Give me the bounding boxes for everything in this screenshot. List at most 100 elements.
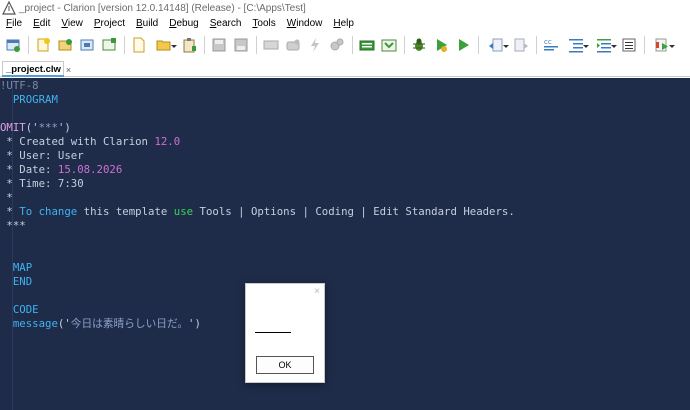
menu-mnemonic: W bbox=[286, 17, 297, 29]
toolbar-separator bbox=[478, 36, 479, 54]
menu-mnemonic: B bbox=[136, 17, 143, 29]
dictionary-icon[interactable] bbox=[358, 36, 376, 54]
menu-item-tools[interactable]: Tools bbox=[252, 18, 275, 29]
toolbar-separator bbox=[536, 36, 537, 54]
code-line: *** bbox=[0, 219, 515, 233]
menu-label-rest: roject bbox=[100, 17, 125, 29]
tab-label: _project.clw bbox=[6, 64, 61, 75]
menu-item-edit[interactable]: Edit bbox=[33, 18, 50, 29]
code-token: * Date: bbox=[0, 163, 58, 176]
new-item-icon[interactable] bbox=[56, 36, 74, 54]
menu-item-search[interactable]: Search bbox=[210, 18, 242, 29]
menu-item-debug[interactable]: Debug bbox=[169, 18, 198, 29]
new-solution-icon[interactable] bbox=[4, 36, 22, 54]
code-token: 15.08.2026 bbox=[57, 163, 123, 176]
code-line: OMIT('***') bbox=[0, 121, 515, 135]
menu-label-rest: ile bbox=[12, 17, 23, 29]
code-line: * User: User bbox=[0, 149, 515, 163]
menu-bar: File Edit View Project Build Debug Search Tools… bbox=[0, 16, 690, 30]
code-token: To change bbox=[19, 205, 78, 218]
run-debug-icon[interactable] bbox=[432, 36, 450, 54]
tab-close-icon[interactable]: × bbox=[66, 65, 71, 75]
menu-mnemonic: P bbox=[93, 17, 101, 29]
open-project-icon[interactable] bbox=[78, 36, 96, 54]
code-line: PROGRAM bbox=[0, 93, 515, 107]
active-tab-indicator bbox=[2, 75, 64, 77]
menu-item-window[interactable]: Window bbox=[287, 18, 323, 29]
code-line: * bbox=[0, 191, 515, 205]
toolbar-separator bbox=[28, 36, 29, 54]
menu-label-rest: uild bbox=[142, 17, 159, 29]
toolbar-separator bbox=[644, 36, 645, 54]
lightning-icon[interactable] bbox=[306, 36, 324, 54]
code-token: PROGRAM bbox=[0, 93, 58, 106]
code-token: MAP bbox=[0, 261, 33, 274]
new-file-icon[interactable] bbox=[130, 36, 148, 54]
toolbar-separator bbox=[204, 36, 205, 54]
dialog-message bbox=[255, 321, 291, 333]
menu-item-view[interactable]: View bbox=[61, 18, 83, 29]
code-token: 今日は素晴らしい日だ。 bbox=[70, 317, 189, 330]
code-line: * Created with Clarion 12.0 bbox=[0, 135, 515, 149]
clarion-logo-icon bbox=[2, 1, 16, 15]
window-title: _project - Clarion [version 12.0.14148] … bbox=[19, 2, 306, 14]
code-line: !UTF-8 bbox=[0, 79, 515, 93]
code-line: MAP bbox=[0, 261, 515, 275]
navigate-forward-icon[interactable] bbox=[512, 36, 530, 54]
paste-icon[interactable] bbox=[180, 36, 198, 54]
code-token: * bbox=[0, 191, 13, 204]
code-token: * bbox=[0, 205, 20, 218]
code-token: ') bbox=[188, 317, 201, 330]
ok-button[interactable]: OK bbox=[256, 356, 314, 374]
code-token: !UTF-8 bbox=[0, 79, 39, 92]
menu-label-rest: dit bbox=[39, 17, 51, 29]
svg-text:cc: cc bbox=[544, 38, 552, 46]
menu-item-help[interactable]: Help bbox=[333, 18, 354, 29]
indent-icon[interactable] bbox=[564, 36, 589, 54]
toolbar-separator bbox=[256, 36, 257, 54]
gears-icon[interactable] bbox=[328, 36, 346, 54]
code-token: ') bbox=[57, 121, 71, 134]
menu-mnemonic: E bbox=[33, 17, 40, 29]
menu-item-project[interactable]: Project bbox=[94, 18, 125, 29]
compile-icon[interactable] bbox=[262, 36, 280, 54]
outdent-icon[interactable] bbox=[592, 36, 617, 54]
toolbar-separator bbox=[404, 36, 405, 54]
code-line: * Date: 15.08.2026 bbox=[0, 163, 515, 177]
code-token: (' bbox=[57, 317, 71, 330]
build-icon[interactable] bbox=[284, 36, 302, 54]
toolbar-separator bbox=[124, 36, 125, 54]
menu-item-file[interactable]: File bbox=[6, 18, 22, 29]
navigate-back-icon[interactable] bbox=[484, 36, 509, 54]
title-bar: _project - Clarion [version 12.0.14148] … bbox=[0, 0, 690, 16]
menu-label-rest: iew bbox=[67, 17, 83, 29]
app-gen-icon[interactable] bbox=[380, 36, 398, 54]
code-token: * Time: 7:30 bbox=[0, 177, 84, 190]
comment-icon[interactable]: cc bbox=[542, 36, 560, 54]
open-file-icon[interactable] bbox=[152, 36, 177, 54]
code-token: *** bbox=[38, 121, 58, 134]
code-editor[interactable]: !UTF-8 PROGRAM OMIT('***') * Created with… bbox=[0, 78, 690, 410]
list-icon[interactable] bbox=[620, 36, 638, 54]
message-dialog: × OK bbox=[245, 283, 325, 383]
menu-mnemonic: H bbox=[333, 17, 341, 29]
dialog-close-icon[interactable]: × bbox=[314, 286, 320, 297]
menu-item-build[interactable]: Build bbox=[136, 18, 158, 29]
code-token: OMIT bbox=[0, 121, 26, 134]
new-project-icon[interactable] bbox=[34, 36, 52, 54]
save-icon[interactable] bbox=[210, 36, 228, 54]
menu-label-rest: indow bbox=[296, 17, 323, 29]
code-token: * User: User bbox=[0, 149, 84, 162]
toolbar-separator bbox=[352, 36, 353, 54]
save-all-icon[interactable] bbox=[232, 36, 250, 54]
add-item-icon[interactable] bbox=[100, 36, 118, 54]
code-token: END bbox=[0, 275, 33, 288]
code-token: message bbox=[0, 317, 58, 330]
run-icon[interactable] bbox=[454, 36, 472, 54]
bookmark-icon[interactable] bbox=[650, 36, 675, 54]
bug-debug-icon[interactable] bbox=[410, 36, 428, 54]
code-token: (' bbox=[25, 121, 39, 134]
